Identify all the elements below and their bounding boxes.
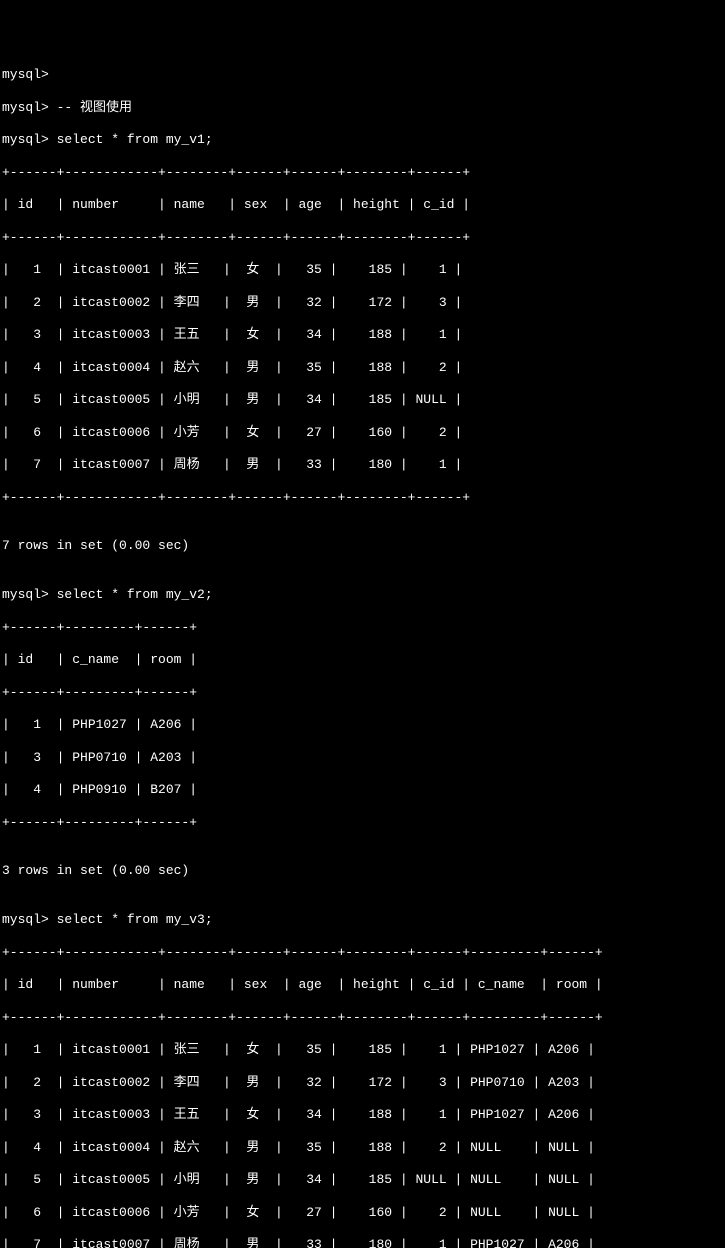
v1-header: | id | number | name | sex | age | heigh… (2, 197, 723, 213)
v3-border-mid: +------+------------+--------+------+---… (2, 1010, 723, 1026)
v2-border-mid: +------+---------+------+ (2, 685, 723, 701)
v3-row: | 1 | itcast0001 | 张三 | 女 | 35 | 185 | 1… (2, 1042, 723, 1058)
v3-row: | 5 | itcast0005 | 小明 | 男 | 34 | 185 | N… (2, 1172, 723, 1188)
v1-row: | 6 | itcast0006 | 小芳 | 女 | 27 | 160 | 2… (2, 425, 723, 441)
comment-line: mysql> -- 视图使用 (2, 100, 723, 116)
v1-footer: 7 rows in set (0.00 sec) (2, 538, 723, 554)
v2-row: | 1 | PHP1027 | A206 | (2, 717, 723, 733)
v3-header: | id | number | name | sex | age | heigh… (2, 977, 723, 993)
v1-row: | 1 | itcast0001 | 张三 | 女 | 35 | 185 | 1… (2, 262, 723, 278)
v1-row: | 2 | itcast0002 | 李四 | 男 | 32 | 172 | 3… (2, 295, 723, 311)
v2-header: | id | c_name | room | (2, 652, 723, 668)
query-line-v3: mysql> select * from my_v3; (2, 912, 723, 928)
v2-row: | 4 | PHP0910 | B207 | (2, 782, 723, 798)
v2-border-bottom: +------+---------+------+ (2, 815, 723, 831)
v2-border-top: +------+---------+------+ (2, 620, 723, 636)
v2-footer: 3 rows in set (0.00 sec) (2, 863, 723, 879)
query-line-v1: mysql> select * from my_v1; (2, 132, 723, 148)
v3-row: | 2 | itcast0002 | 李四 | 男 | 32 | 172 | 3… (2, 1075, 723, 1091)
v3-row: | 6 | itcast0006 | 小芳 | 女 | 27 | 160 | 2… (2, 1205, 723, 1221)
v1-row: | 4 | itcast0004 | 赵六 | 男 | 35 | 188 | 2… (2, 360, 723, 376)
v1-row: | 3 | itcast0003 | 王五 | 女 | 34 | 188 | 1… (2, 327, 723, 343)
v3-row: | 7 | itcast0007 | 周杨 | 男 | 33 | 180 | 1… (2, 1237, 723, 1248)
v1-row: | 5 | itcast0005 | 小明 | 男 | 34 | 185 | N… (2, 392, 723, 408)
query-line-v2: mysql> select * from my_v2; (2, 587, 723, 603)
v2-row: | 3 | PHP0710 | A203 | (2, 750, 723, 766)
v1-border-mid: +------+------------+--------+------+---… (2, 230, 723, 246)
v3-row: | 3 | itcast0003 | 王五 | 女 | 34 | 188 | 1… (2, 1107, 723, 1123)
v3-row: | 4 | itcast0004 | 赵六 | 男 | 35 | 188 | 2… (2, 1140, 723, 1156)
v1-border-bottom: +------+------------+--------+------+---… (2, 490, 723, 506)
v3-border-top: +------+------------+--------+------+---… (2, 945, 723, 961)
v1-row: | 7 | itcast0007 | 周杨 | 男 | 33 | 180 | 1… (2, 457, 723, 473)
prompt-line: mysql> (2, 67, 723, 83)
v1-border-top: +------+------------+--------+------+---… (2, 165, 723, 181)
